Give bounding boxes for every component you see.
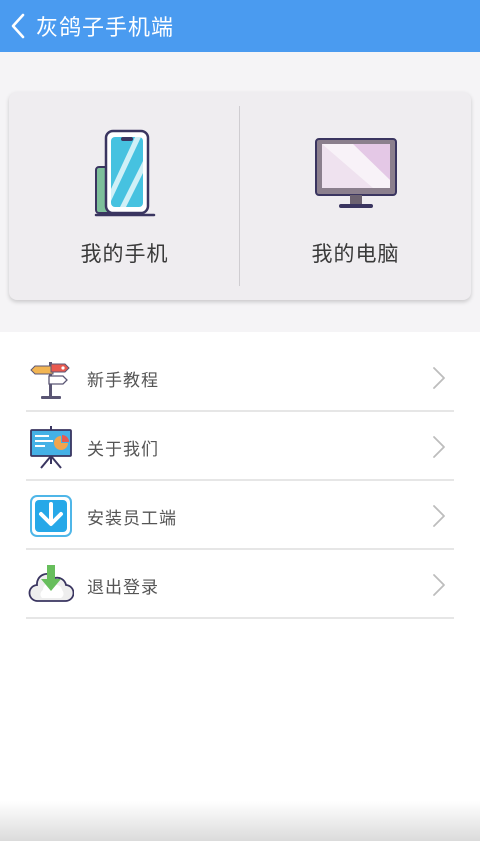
chevron-right-icon xyxy=(433,574,445,596)
chevron-right-icon xyxy=(433,505,445,527)
presentation-board-icon xyxy=(28,424,74,470)
chevron-left-icon xyxy=(11,13,25,39)
back-button[interactable] xyxy=(0,0,36,52)
bottom-shade xyxy=(0,801,480,841)
app-header: 灰鸽子手机端 xyxy=(0,0,480,52)
menu-item-label: 新手教程 xyxy=(87,370,159,391)
my-computer-label: 我的电脑 xyxy=(311,242,400,266)
chevron-right-icon xyxy=(433,436,445,458)
phone-icon xyxy=(90,124,160,224)
monitor-icon xyxy=(313,124,399,224)
my-phone-button[interactable]: 我的手机 xyxy=(9,92,240,300)
menu-item-about[interactable]: 关于我们 xyxy=(26,415,454,481)
menu-item-logout[interactable]: 退出登录 xyxy=(26,553,454,619)
chevron-right-icon xyxy=(433,367,445,389)
my-computer-button[interactable]: 我的电脑 xyxy=(240,92,471,300)
menu-item-tutorial[interactable]: 新手教程 xyxy=(26,346,454,412)
menu-list: 新手教程 关于我们 安装员工端 退出登录 xyxy=(26,346,454,622)
download-icon xyxy=(28,493,74,539)
menu-item-label: 关于我们 xyxy=(87,439,159,460)
my-phone-label: 我的手机 xyxy=(80,242,169,266)
device-card: 我的手机 我的电脑 xyxy=(9,92,471,300)
signpost-icon xyxy=(28,355,74,401)
menu-item-label: 安装员工端 xyxy=(87,508,177,529)
menu-item-label: 退出登录 xyxy=(87,577,159,598)
cloud-download-icon xyxy=(28,562,74,608)
menu-item-install-staff[interactable]: 安装员工端 xyxy=(26,484,454,550)
page-title: 灰鸽子手机端 xyxy=(36,16,175,41)
